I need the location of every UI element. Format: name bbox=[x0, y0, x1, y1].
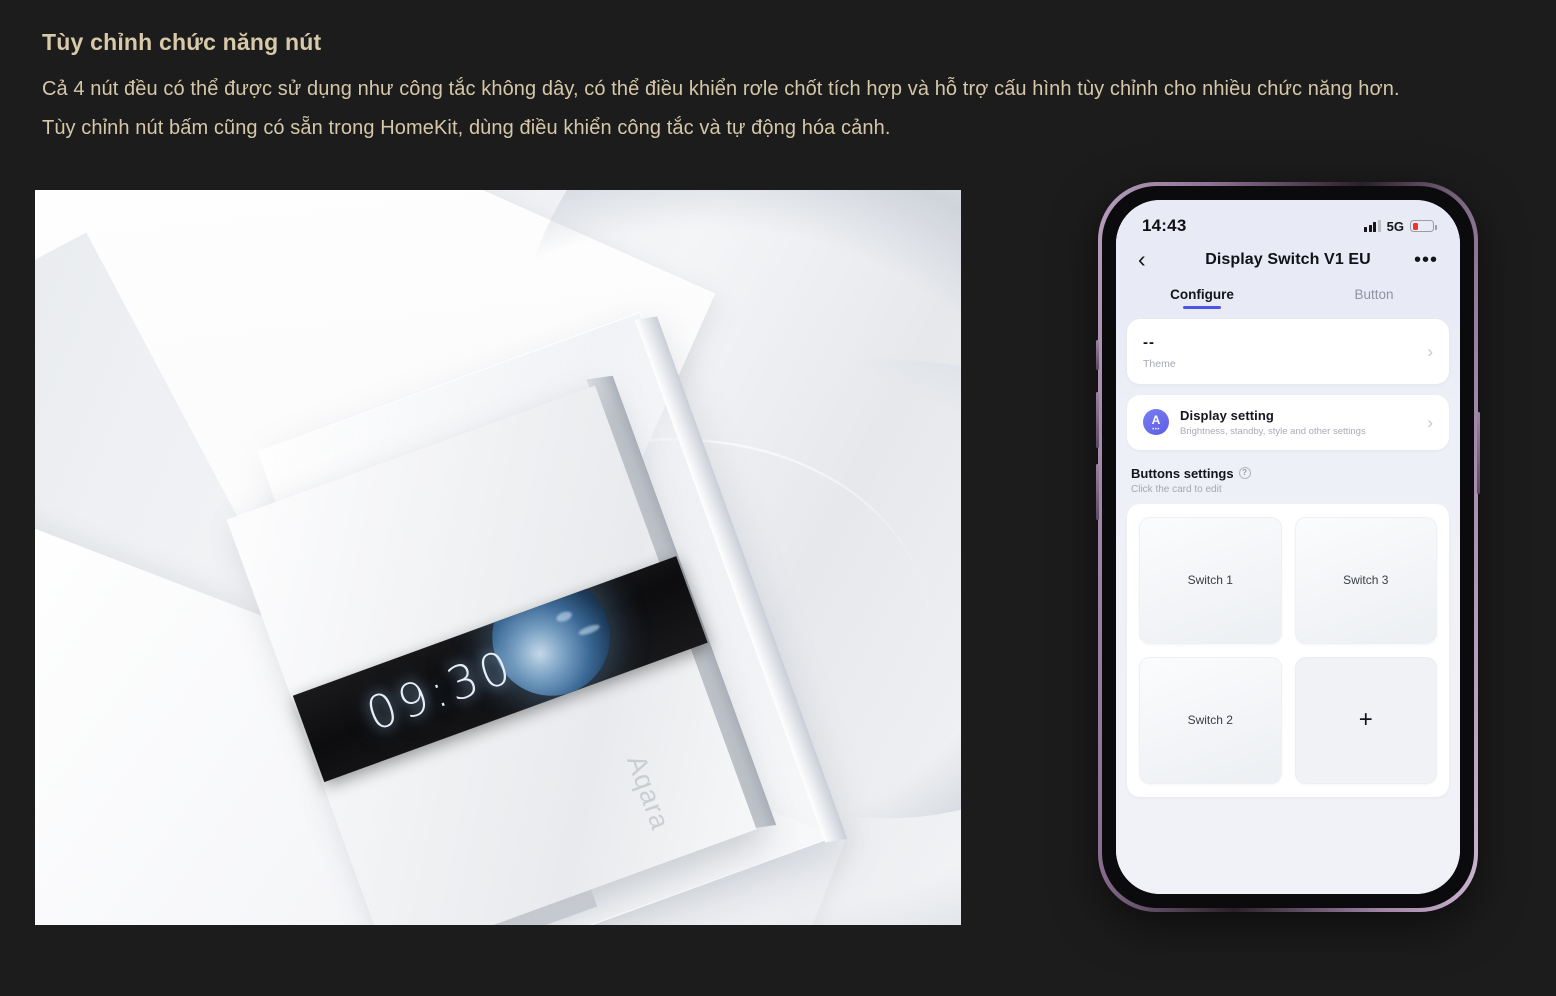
buttons-settings-title: Buttons settings bbox=[1131, 465, 1234, 481]
app-screen-title: Display Switch V1 EU bbox=[1205, 250, 1371, 268]
status-time: 14:43 bbox=[1142, 216, 1187, 235]
signal-bars-icon bbox=[1364, 220, 1381, 232]
device-clock: 09:30 bbox=[359, 638, 521, 742]
phone-mute-button[interactable] bbox=[1096, 340, 1099, 370]
add-switch-tile[interactable]: + bbox=[1294, 656, 1437, 784]
theme-label: Theme bbox=[1143, 357, 1176, 370]
back-chevron-left-icon[interactable]: ‹ bbox=[1138, 248, 1164, 271]
theme-value: -- bbox=[1143, 334, 1155, 351]
chevron-right-icon: › bbox=[1427, 342, 1433, 362]
display-setting-texts: Display setting Brightness, standby, sty… bbox=[1180, 408, 1410, 437]
status-indicators: 5G bbox=[1364, 218, 1437, 234]
more-horizontal-icon[interactable]: ••• bbox=[1412, 250, 1438, 270]
buttons-settings-header: Buttons settings ? Click the card to edi… bbox=[1127, 463, 1449, 495]
aqara-brand-mark: Aqara bbox=[621, 751, 676, 834]
phone-bezel: 14:43 5G ‹ Display Switch V1 EU ••• Conf… bbox=[1102, 186, 1474, 908]
display-setting-subtitle: Brightness, standby, style and other set… bbox=[1180, 425, 1366, 437]
tab-configure[interactable]: Configure bbox=[1116, 287, 1288, 309]
badge-letter: A bbox=[1151, 412, 1161, 427]
switch-display-strip: 09:30 bbox=[292, 556, 708, 783]
network-label: 5G bbox=[1386, 218, 1404, 234]
phone-mockup: 14:43 5G ‹ Display Switch V1 EU ••• Conf… bbox=[1096, 182, 1480, 912]
display-setting-card[interactable]: A ••• Display setting Brightness, standb… bbox=[1127, 394, 1449, 450]
product-photo: 09:30 Aqara bbox=[35, 190, 961, 925]
tab-button[interactable]: Button bbox=[1288, 287, 1460, 309]
switch-tile-1[interactable]: Switch 1 bbox=[1139, 516, 1282, 644]
switch-tile-2[interactable]: Switch 2 bbox=[1139, 656, 1282, 784]
theme-card-texts: -- Theme bbox=[1143, 334, 1421, 370]
aqara-badge-icon: A ••• bbox=[1143, 409, 1169, 436]
phone-frame: 14:43 5G ‹ Display Switch V1 EU ••• Conf… bbox=[1096, 182, 1480, 912]
phone-volume-up-button[interactable] bbox=[1096, 392, 1099, 448]
question-mark-icon[interactable]: ? bbox=[1238, 467, 1251, 480]
page-title: Tùy chỉnh chức năng nút bbox=[42, 29, 322, 55]
intro-paragraph-line-2: Tùy chỉnh nút bấm cũng có sẵn trong Home… bbox=[42, 117, 891, 140]
phone-screen: 14:43 5G ‹ Display Switch V1 EU ••• Conf… bbox=[1116, 200, 1460, 894]
tab-bar: Configure Button bbox=[1116, 277, 1460, 309]
buttons-grid-card: Switch 1 Switch 3 Switch 2 + bbox=[1127, 503, 1449, 797]
chevron-right-icon: › bbox=[1427, 412, 1433, 432]
screen-content: -- Theme › A ••• Display setting Brightn… bbox=[1116, 309, 1460, 894]
battery-low-icon bbox=[1410, 220, 1437, 232]
status-bar: 14:43 5G bbox=[1116, 200, 1460, 240]
badge-dots: ••• bbox=[1152, 426, 1160, 433]
buttons-settings-subtitle: Click the card to edit bbox=[1131, 483, 1222, 495]
switch-tile-3[interactable]: Switch 3 bbox=[1294, 516, 1437, 644]
phone-volume-down-button[interactable] bbox=[1096, 464, 1099, 520]
buttons-settings-title-row: Buttons settings ? bbox=[1131, 466, 1445, 481]
phone-power-button[interactable] bbox=[1477, 412, 1480, 494]
display-setting-title: Display setting bbox=[1180, 407, 1274, 423]
aqara-assistant-icon[interactable] bbox=[1432, 885, 1460, 894]
intro-copy-block: Tùy chỉnh chức năng nút Cả 4 nút đều có … bbox=[42, 26, 1522, 148]
intro-paragraph-line-1: Cả 4 nút đều có thể được sử dụng như côn… bbox=[42, 78, 1400, 101]
theme-card[interactable]: -- Theme › bbox=[1127, 319, 1449, 384]
app-nav-bar: ‹ Display Switch V1 EU ••• bbox=[1116, 240, 1460, 277]
